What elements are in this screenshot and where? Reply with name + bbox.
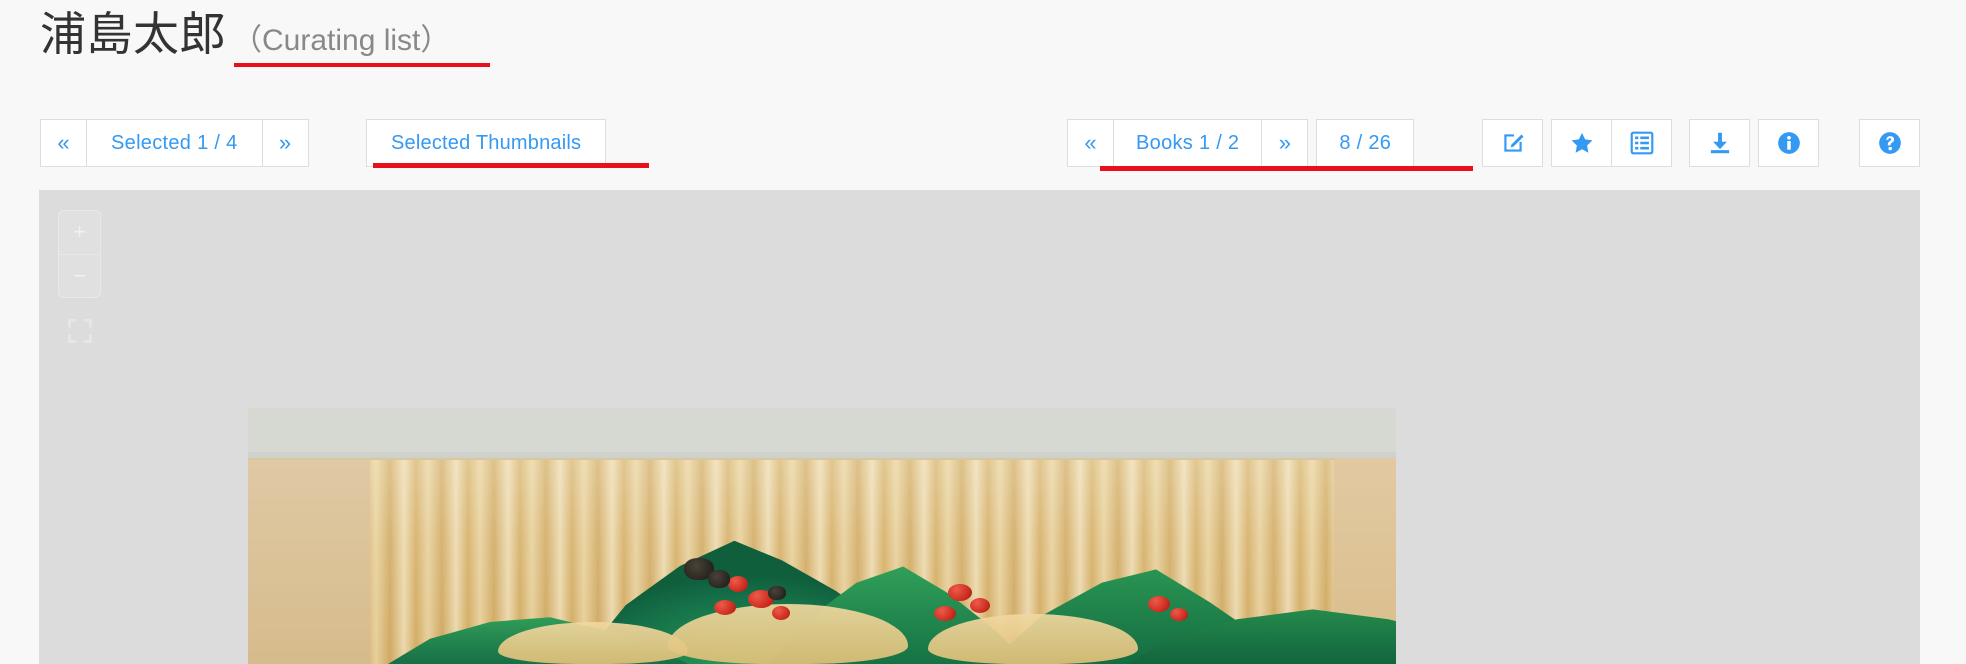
edit-button[interactable] xyxy=(1482,119,1543,167)
download-button[interactable] xyxy=(1689,119,1750,167)
red-blossom xyxy=(1148,596,1170,612)
favorite-button[interactable] xyxy=(1551,119,1612,167)
page-count-button[interactable]: 8 / 26 xyxy=(1316,119,1415,167)
red-blossom xyxy=(772,606,790,620)
reset-view-button[interactable] xyxy=(58,312,101,355)
title-annotation-underline xyxy=(234,63,490,67)
red-blossom xyxy=(970,598,990,613)
selected-count-button[interactable]: Selected 1 / 4 xyxy=(86,119,263,167)
selected-thumbnails-button[interactable]: Selected Thumbnails xyxy=(366,119,607,167)
books-count-button[interactable]: Books 1 / 2 xyxy=(1113,119,1263,167)
selected-thumbnails-group: Selected Thumbnails xyxy=(366,119,607,167)
zoom-in-button[interactable]: + xyxy=(59,211,100,254)
help-icon xyxy=(1877,130,1903,156)
zoom-out-button[interactable]: − xyxy=(59,253,100,298)
red-blossom xyxy=(934,606,956,621)
page-title-main: 浦島太郎 xyxy=(40,8,226,60)
red-blossom xyxy=(714,600,736,615)
star-list-group xyxy=(1551,119,1672,167)
books-prev-button[interactable]: « xyxy=(1067,119,1114,167)
artwork-image xyxy=(248,408,1396,664)
page-title-sub-wrap: （Curating list） xyxy=(232,15,490,67)
list-button[interactable] xyxy=(1611,119,1672,167)
edit-button-group xyxy=(1482,119,1543,167)
red-blossom xyxy=(1170,608,1188,621)
chevron-left-icon: « xyxy=(1084,130,1097,155)
info-icon xyxy=(1776,130,1802,156)
books-next-button[interactable]: » xyxy=(1261,119,1309,167)
chevron-right-icon: » xyxy=(1278,130,1291,155)
fullscreen-icon xyxy=(66,317,94,350)
info-button[interactable] xyxy=(1758,119,1819,167)
page-title: 浦島太郎 （Curating list） xyxy=(40,8,490,67)
selected-prev-button[interactable]: « xyxy=(40,119,87,167)
image-viewer[interactable]: + − xyxy=(39,190,1920,664)
download-button-group xyxy=(1689,119,1750,167)
star-icon xyxy=(1569,130,1595,156)
scroll-left-margin xyxy=(248,460,370,664)
dark-foliage xyxy=(708,570,730,588)
edit-icon xyxy=(1500,130,1526,156)
selected-next-button[interactable]: » xyxy=(261,119,309,167)
dark-foliage xyxy=(768,586,786,600)
chevron-right-icon: » xyxy=(278,130,292,155)
help-button-group xyxy=(1859,119,1920,167)
info-button-group xyxy=(1758,119,1819,167)
help-button[interactable] xyxy=(1859,119,1920,167)
list-icon xyxy=(1629,130,1655,156)
download-icon xyxy=(1707,130,1733,156)
toolbar: « Selected 1 / 4 » Selected Thumbnails «… xyxy=(0,119,1966,179)
red-blossom xyxy=(948,584,972,601)
red-blossom xyxy=(728,576,748,592)
zoom-control: + − xyxy=(58,210,101,298)
chevron-left-icon: « xyxy=(57,130,70,155)
selected-pager-group: « Selected 1 / 4 » xyxy=(40,119,309,167)
books-pager-group: « Books 1 / 2 » 8 / 26 xyxy=(1067,119,1415,167)
page-title-sub: （Curating list） xyxy=(232,24,451,57)
